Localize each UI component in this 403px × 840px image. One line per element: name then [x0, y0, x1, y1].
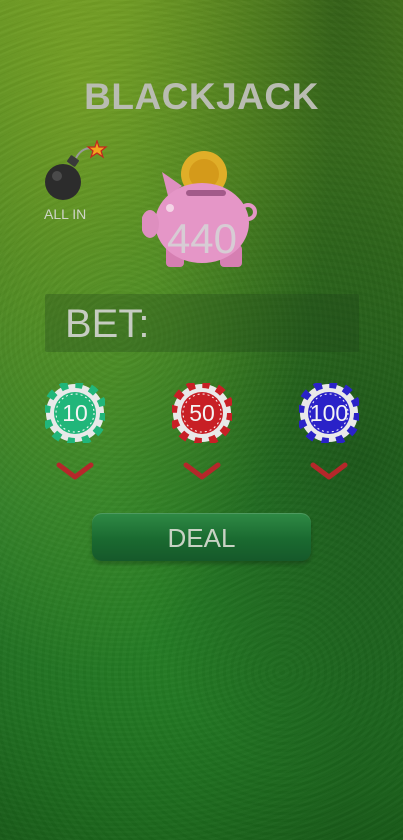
chevron-down-icon[interactable]	[55, 461, 95, 481]
all-in-label: ALL IN	[44, 206, 87, 222]
chip-50[interactable]: 50	[172, 383, 232, 443]
all-in-button[interactable]: ALL IN	[40, 140, 110, 225]
chip-value: 50	[189, 400, 215, 426]
game-title: BLACKJACK	[84, 76, 319, 117]
chip-100[interactable]: 100	[299, 383, 359, 443]
bank-balance: 440	[142, 150, 264, 270]
chevron-down-icon[interactable]	[182, 461, 222, 481]
chip-value: 100	[309, 400, 349, 426]
bet-label: BET:	[65, 302, 150, 346]
deal-button[interactable]: DEAL	[92, 513, 311, 561]
bank-amount: 440	[166, 215, 238, 262]
chip-value: 10	[62, 400, 88, 426]
chip-10[interactable]: 10	[45, 383, 105, 443]
bet-panel: BET:	[45, 294, 359, 352]
chevron-down-icon[interactable]	[309, 461, 349, 481]
bomb-icon	[45, 140, 108, 200]
